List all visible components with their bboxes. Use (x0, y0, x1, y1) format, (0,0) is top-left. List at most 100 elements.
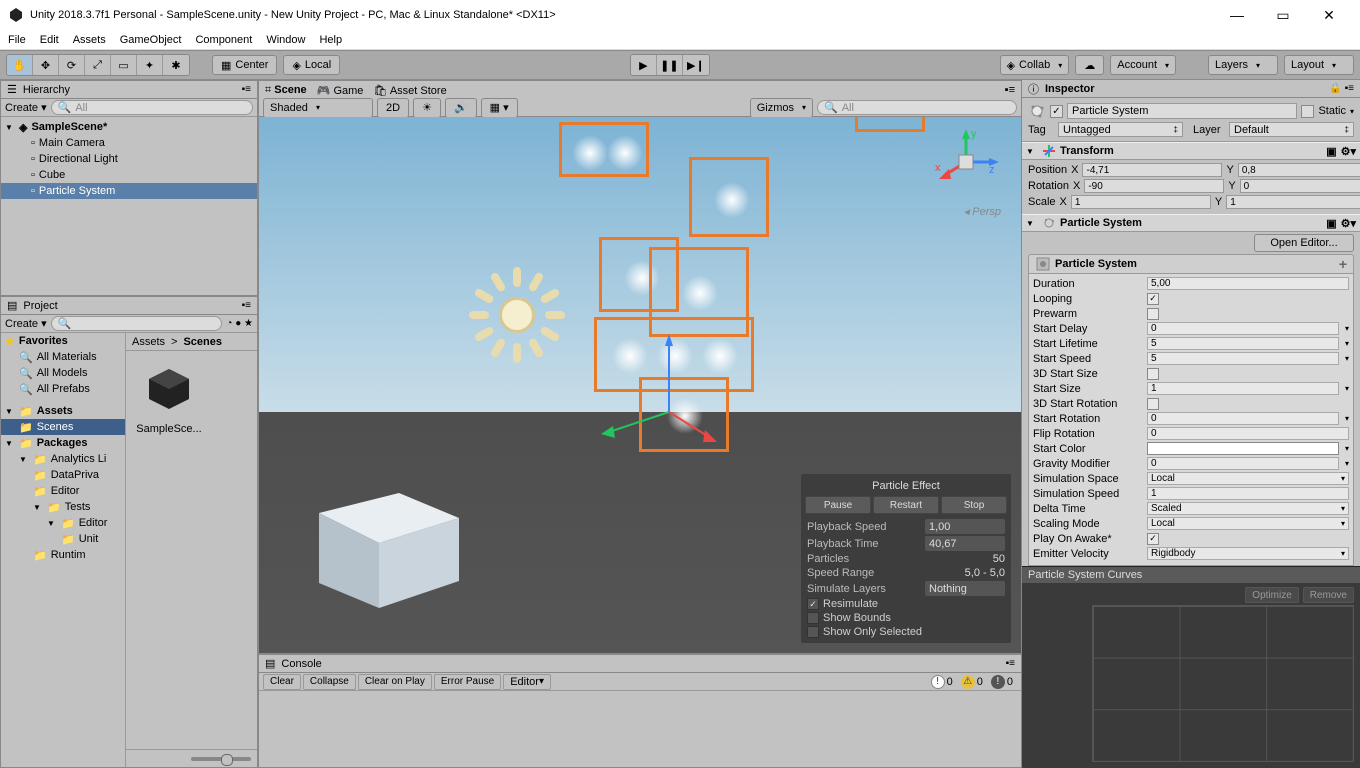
pkg-analytics[interactable]: ▼📁 Analytics Li (1, 451, 125, 467)
layer-dropdown[interactable]: Default‡ (1229, 122, 1354, 137)
startcolor-field[interactable] (1147, 442, 1339, 455)
transform-tool[interactable]: ✦ (137, 55, 163, 75)
pkg-tests[interactable]: ▼📁 Tests (1, 499, 125, 515)
audio-toggle[interactable]: 🔊 (445, 98, 477, 118)
scenes-folder[interactable]: 📁 Scenes (1, 419, 125, 435)
console-error-count[interactable]: !0 (987, 674, 1017, 690)
gravity-field[interactable]: 0 (1147, 457, 1339, 470)
overlay-restart[interactable]: Restart (873, 496, 939, 514)
rot-y[interactable] (1240, 179, 1360, 193)
playonawake-checkbox[interactable]: ✓ (1147, 533, 1159, 545)
hierarchy-create[interactable]: Create ▾ (5, 101, 47, 114)
static-checkbox[interactable] (1301, 105, 1314, 118)
startrotation-field[interactable]: 0 (1147, 412, 1339, 425)
hand-tool[interactable]: ✋ (7, 55, 33, 75)
close-button[interactable]: ✕ (1306, 0, 1352, 30)
ps-main-module-header[interactable]: Particle System+ (1028, 254, 1354, 274)
add-module-icon[interactable]: + (1339, 256, 1347, 272)
active-checkbox[interactable]: ✓ (1050, 105, 1063, 118)
console-tab[interactable]: Console (281, 658, 321, 670)
rot-x[interactable] (1084, 179, 1224, 193)
startsize-field[interactable]: 1 (1147, 382, 1339, 395)
console-collapse[interactable]: Collapse (303, 674, 356, 690)
rotate-tool[interactable]: ⟳ (59, 55, 85, 75)
hierarchy-item-light[interactable]: ▫ Directional Light (1, 151, 257, 167)
project-search[interactable]: 🔍 (51, 316, 223, 331)
resimulate-checkbox[interactable]: ✓ (807, 598, 819, 610)
scene-search[interactable]: 🔍All (817, 100, 1017, 115)
pos-x[interactable] (1082, 163, 1222, 177)
transform-help-icon[interactable]: ▣ (1326, 145, 1336, 158)
curves-remove[interactable]: Remove (1303, 587, 1354, 603)
prewarm-checkbox[interactable] (1147, 308, 1159, 320)
pos-y[interactable] (1238, 163, 1360, 177)
fav-all-models[interactable]: 🔍 All Models (1, 365, 125, 381)
project-create[interactable]: Create ▾ (5, 317, 47, 330)
menu-component[interactable]: Component (195, 34, 252, 46)
hierarchy-options[interactable]: ▪≡ (242, 84, 251, 95)
startsize3d-checkbox[interactable] (1147, 368, 1159, 380)
custom-tool[interactable]: ✱ (163, 55, 189, 75)
hierarchy-item-camera[interactable]: ▫ Main Camera (1, 135, 257, 151)
move-tool[interactable]: ✥ (33, 55, 59, 75)
asset-samplescene[interactable]: SampleSce... (134, 359, 204, 435)
pivot-center-toggle[interactable]: ▦ Center (212, 55, 277, 75)
curves-optimize[interactable]: Optimize (1245, 587, 1298, 603)
tag-dropdown[interactable]: Untagged‡ (1058, 122, 1183, 137)
scale-y[interactable] (1226, 195, 1360, 209)
startlifetime-field[interactable]: 5 (1147, 337, 1339, 350)
simspeed-field[interactable]: 1 (1147, 487, 1349, 500)
console-errorpause[interactable]: Error Pause (434, 674, 501, 690)
console-clear[interactable]: Clear (263, 674, 301, 690)
scene-tab[interactable]: ⌗ Scene (265, 84, 307, 97)
step-button[interactable]: ▶❙ (683, 55, 709, 75)
showbounds-checkbox[interactable] (807, 612, 819, 624)
minimize-button[interactable]: — (1214, 0, 1260, 30)
transform-header[interactable]: ▼ Transform ▣⚙▾ (1022, 142, 1360, 160)
gizmos-dropdown[interactable]: Gizmos (750, 98, 813, 118)
overlay-pause[interactable]: Pause (805, 496, 871, 514)
ps-settings-icon[interactable]: ⚙▾ (1341, 217, 1356, 230)
fav-all-prefabs[interactable]: 🔍 All Prefabs (1, 381, 125, 397)
object-name-field[interactable]: Particle System (1067, 103, 1297, 119)
shading-mode[interactable]: Shaded (263, 98, 373, 118)
playback-speed-field[interactable]: 1,00 (925, 519, 1005, 534)
pause-button[interactable]: ❚❚ (657, 55, 683, 75)
pkg-tests-editor[interactable]: ▼📁 Editor (1, 515, 125, 531)
transform-settings-icon[interactable]: ⚙▾ (1341, 145, 1356, 158)
console-editor-dropdown[interactable]: Editor ▾ (503, 674, 551, 690)
2d-toggle[interactable]: 2D (377, 98, 409, 118)
emittervel-dropdown[interactable]: Rigidbody (1147, 547, 1349, 560)
inspector-tab[interactable]: Inspector (1045, 83, 1095, 95)
open-editor-button[interactable]: Open Editor... (1254, 234, 1354, 252)
hierarchy-tab[interactable]: Hierarchy (23, 84, 70, 96)
looping-checkbox[interactable]: ✓ (1147, 293, 1159, 305)
startrot3d-checkbox[interactable] (1147, 398, 1159, 410)
overlay-stop[interactable]: Stop (941, 496, 1007, 514)
game-tab[interactable]: 🎮 Game (317, 84, 364, 97)
duration-field[interactable]: 5,00 (1147, 277, 1349, 290)
hierarchy-item-cube[interactable]: ▫ Cube (1, 167, 257, 183)
simulate-layers-dropdown[interactable]: Nothing (925, 581, 1005, 596)
ps-help-icon[interactable]: ▣ (1326, 217, 1336, 230)
assets-folder[interactable]: ▼📁 Assets (1, 403, 125, 419)
transform-gizmo[interactable] (589, 312, 729, 452)
orientation-gizmo[interactable]: y z x (931, 127, 1001, 197)
particlesystem-header[interactable]: ▼ Particle System ▣⚙▾ (1022, 214, 1360, 232)
layers-dropdown[interactable]: Layers (1208, 55, 1278, 75)
play-button[interactable]: ▶ (631, 55, 657, 75)
menu-file[interactable]: File (8, 34, 26, 46)
hierarchy-scene[interactable]: ▼◈ SampleScene* (1, 119, 257, 135)
deltatime-dropdown[interactable]: Scaled (1147, 502, 1349, 515)
pivot-local-toggle[interactable]: ◈ Local (283, 55, 340, 75)
scale-x[interactable] (1071, 195, 1211, 209)
scene-viewport[interactable]: y z x ◂ Persp Particle Effect Pause Rest… (259, 117, 1021, 653)
scene-panel-options[interactable]: ▪≡ (1005, 84, 1015, 96)
fx-toggle[interactable]: ▦ ▾ (481, 98, 518, 118)
static-dropdown[interactable]: ▾ (1350, 107, 1354, 116)
fliprotation-field[interactable]: 0 (1147, 427, 1349, 440)
hierarchy-search[interactable]: 🔍All (51, 100, 253, 115)
console-options[interactable]: ▪≡ (1006, 658, 1015, 669)
pkg-editor[interactable]: 📁 Editor (1, 483, 125, 499)
pkg-runtim[interactable]: 📁 Runtim (1, 547, 125, 563)
